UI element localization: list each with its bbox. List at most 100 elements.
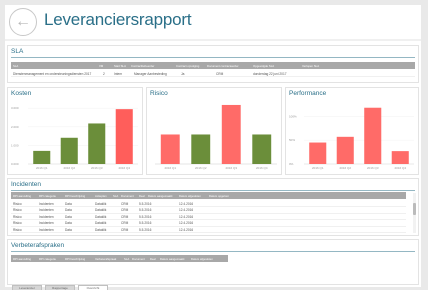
- col-header[interactable]: VM: [99, 64, 103, 68]
- table-row[interactable]: Risico Incidenten Data Dataklik CRM 5.5.2016 1…: [11, 221, 406, 227]
- table-row[interactable]: Risico Incidenten Data Dataklik CRM 5.5.2016 1…: [11, 208, 406, 214]
- col-header[interactable]: Datum aangemaakt: [148, 194, 172, 198]
- table-row[interactable]: Risico Incidenten Data Dataklik CRM 5.5.2016 1…: [11, 201, 406, 207]
- table-cell: Risico: [13, 208, 22, 212]
- col-header[interactable]: Document contracteerder: [207, 64, 239, 68]
- x-tick-label: 2016 Q4: [394, 166, 406, 170]
- incidenten-scroll-thumb[interactable]: [413, 203, 416, 215]
- bar[interactable]: [115, 109, 133, 164]
- bar[interactable]: [391, 151, 409, 164]
- x-tick-label: 2016 Q2: [339, 166, 351, 170]
- sla-table-row[interactable]: Dienstenmanagement en ondersteuningsdien…: [11, 71, 415, 77]
- bar[interactable]: [309, 142, 327, 164]
- incidenten-panel: Incidenten RPI aanvulling RPI categorie …: [7, 178, 419, 236]
- tab-overzicht[interactable]: Overzicht: [78, 285, 108, 290]
- col-header[interactable]: Verbeterafspraak: [95, 257, 116, 261]
- x-tick-label: 2016 Q1: [36, 166, 48, 170]
- bar[interactable]: [33, 150, 51, 164]
- table-cell: Data: [65, 201, 72, 206]
- arrow-left-icon: ←: [15, 13, 31, 30]
- col-header[interactable]: RPI categorie: [39, 257, 56, 261]
- col-header[interactable]: Actieplan: [95, 194, 107, 198]
- table-cell: 12.4.2016: [179, 227, 194, 232]
- col-header[interactable]: RPI aanvulling: [13, 194, 31, 198]
- y-tick-label: 3.000: [11, 106, 19, 110]
- bar[interactable]: [336, 136, 354, 164]
- x-tick-label: 2016 Q3: [91, 166, 103, 170]
- col-header[interactable]: Verlopen SLA: [302, 64, 319, 68]
- table-row[interactable]: Risico Incidenten Data Dataklik CRM 5.5.2016 1…: [11, 214, 406, 220]
- table-cell: 12.4.2016: [179, 201, 194, 206]
- table-cell: CRM: [121, 227, 129, 232]
- bar[interactable]: [252, 134, 272, 164]
- table-cell: Dataklik: [95, 208, 107, 212]
- col-header[interactable]: SLA: [113, 194, 118, 198]
- table-row[interactable]: Risico Incidenten Data Dataklik CRM 5.5.2016 1…: [11, 227, 406, 233]
- col-header[interactable]: Start SLA: [114, 64, 126, 68]
- page-tabs: Leverancier Rapportage Overzicht: [0, 283, 428, 290]
- y-tick-label: 100%: [289, 114, 297, 118]
- bar[interactable]: [221, 104, 241, 164]
- tab-leverancier[interactable]: Leverancier: [12, 285, 42, 290]
- kosten-title: Kosten: [11, 90, 32, 97]
- col-header[interactable]: Datum afgesloten: [179, 194, 201, 198]
- col-header[interactable]: SLA: [124, 257, 129, 261]
- bar[interactable]: [88, 123, 106, 164]
- col-header[interactable]: Deel: [150, 257, 156, 261]
- performance-title: Performance: [289, 90, 327, 97]
- back-button[interactable]: ←: [9, 8, 37, 36]
- col-header[interactable]: Datum afgesloten: [191, 257, 213, 261]
- table-cell: Dataklik: [95, 201, 107, 206]
- table-cell: 5.5.2016: [139, 227, 152, 232]
- col-header[interactable]: RPI beschrijving: [65, 257, 85, 261]
- bar[interactable]: [160, 134, 180, 164]
- risico-chart: 2016 Q1 2016 Q2 2016 Q3 2016 Q4: [155, 104, 277, 170]
- report-page: ← Leveranciersrapport SLA SLA VM Start S…: [5, 5, 421, 287]
- col-header[interactable]: Contract opvolging: [176, 64, 199, 68]
- table-cell: Incidenten: [39, 227, 54, 232]
- table-cell: 5.5.2016: [139, 201, 152, 206]
- table-cell: 5.5.2016: [139, 221, 152, 225]
- bar[interactable]: [364, 107, 382, 164]
- col-header[interactable]: Document: [121, 194, 134, 198]
- verbeterafspraken-title: Verbeterafspraken: [11, 242, 65, 249]
- table-cell: Incidenten: [39, 208, 54, 212]
- table-cell: CRM: [121, 201, 129, 206]
- risico-title: Risico: [150, 90, 168, 97]
- verbeterafspraken-table-header: RPI aanvulling RPI categorie RPI beschri…: [11, 255, 228, 262]
- bar[interactable]: [60, 137, 78, 164]
- table-cell: Data: [65, 227, 72, 232]
- sla-title: SLA: [11, 48, 24, 55]
- table-cell: Incidenten: [39, 201, 54, 206]
- col-header[interactable]: RPI beschrijving: [65, 194, 85, 198]
- y-tick-label: 0.000: [11, 162, 19, 166]
- tab-rapportage[interactable]: Rapportage: [45, 285, 75, 290]
- incidenten-title: Incidenten: [11, 181, 41, 188]
- col-header[interactable]: RPI categorie: [39, 194, 56, 198]
- col-header[interactable]: SLA: [13, 64, 18, 68]
- y-tick-label: 2.000: [11, 125, 19, 129]
- table-cell: 5.5.2016: [139, 214, 152, 219]
- col-header[interactable]: Datum aangemaakt: [160, 257, 184, 261]
- kosten-chart: 0.000 1.000 2.000 3.000 2016 Q1 2016 Q2 2016 Q…: [11, 106, 138, 170]
- col-header[interactable]: RPI aanvulling: [13, 257, 31, 261]
- page-title: Leveranciersrapport: [44, 10, 192, 29]
- table-cell: CRM: [121, 221, 129, 225]
- table-cell: Risico: [13, 227, 22, 232]
- risico-chart-panel: Risico 2016 Q1 2016 Q2 2016 Q3 2016 Q4: [146, 87, 282, 175]
- x-tick-label: 2016 Q3: [225, 166, 237, 170]
- table-cell: Risico: [13, 201, 22, 206]
- table-cell: Incidenten: [39, 221, 54, 225]
- bar[interactable]: [191, 134, 211, 164]
- table-cell: Dataklik: [95, 221, 107, 225]
- col-header[interactable]: Document: [132, 257, 145, 261]
- kosten-chart-panel: Kosten 0.000 1.000 2.000 3.000 2016 Q1 2016 Q…: [7, 87, 143, 175]
- col-header[interactable]: Contractbeheerder: [131, 64, 154, 68]
- table-cell: Data: [65, 214, 72, 219]
- col-header[interactable]: Opgevolgde SLA: [253, 64, 274, 68]
- col-header[interactable]: Deel: [139, 194, 145, 198]
- col-header[interactable]: Datum opgelost: [209, 194, 229, 198]
- table-cell: Data: [65, 221, 72, 225]
- x-tick-label: 2016 Q1: [164, 166, 176, 170]
- table-cell: Risico: [13, 221, 22, 225]
